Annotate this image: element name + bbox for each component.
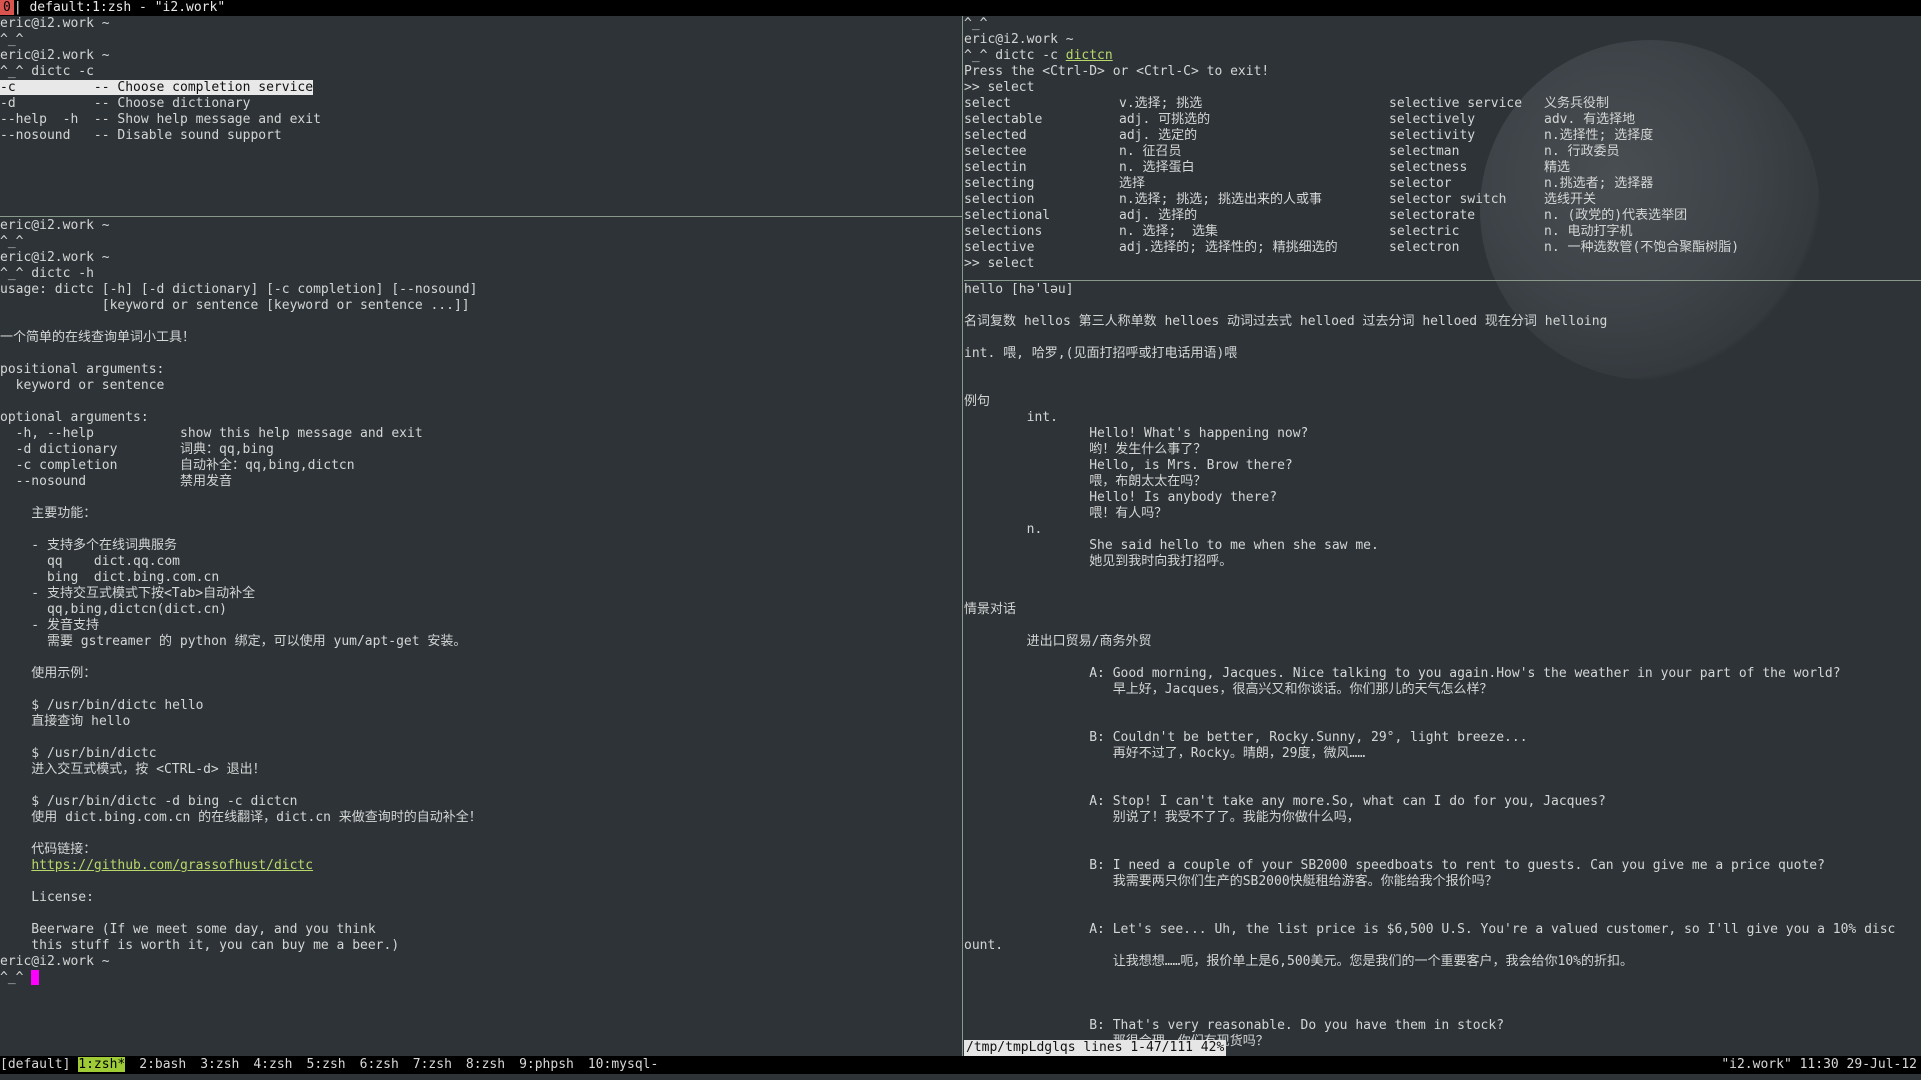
completion-word[interactable]: select [964, 96, 1119, 112]
tmux-window-tab[interactable]: 9:phpsh [519, 1057, 574, 1072]
completion-definition: adj. 选定的 [1119, 128, 1198, 143]
completion-definition: n. 选择; 选集 [1119, 224, 1218, 239]
completion-word[interactable]: selector switch [1389, 192, 1544, 208]
tmux-window-tab[interactable]: 4:zsh [253, 1057, 292, 1072]
completion-definition: n. (政党的)代表选举团 [1544, 208, 1688, 223]
selected-completion-option[interactable]: -c -- Choose completion service [0, 80, 314, 95]
pane-divider[interactable] [0, 216, 962, 217]
completion-word[interactable]: selectable [964, 112, 1119, 128]
window-tabs: 1:zsh* 2:bash 3:zsh 4:zsh 5:zsh 6:zsh 7:zsh 8:z… [78, 1057, 672, 1072]
pane-completion-help[interactable]: eric@i2.work ~ ^_^ eric@i2.work ~ ^_^ di… [0, 16, 962, 214]
completion-definition: n. 征召员 [1119, 144, 1182, 159]
completion-word[interactable]: selectness [1389, 160, 1544, 176]
completion-definition: adj. 可挑选的 [1119, 112, 1211, 127]
terminal-output: eric@i2.work ~ ^_^ eric@i2.work ~ ^_^ di… [0, 16, 321, 143]
completion-definition: v.选择; 挑选 [1119, 96, 1203, 111]
tmux-status-bar: [default] 1:zsh* 2:bash 3:zsh 4:zsh 5:zsh 6:z… [0, 1056, 1921, 1074]
completion-definition: 选择 [1119, 176, 1146, 191]
github-link[interactable]: https://github.com/grassofhust/dictc [31, 858, 313, 873]
completion-word[interactable]: selectional [964, 208, 1119, 224]
terminal-output: eric@i2.work ~ ^_^ eric@i2.work ~ ^_^ di… [0, 218, 482, 985]
completion-word[interactable]: selector [1389, 176, 1544, 192]
completion-word[interactable]: selectorate [1389, 208, 1544, 224]
completion-list: select v.选择; 挑选 selective service 义务兵役制 sele… [964, 96, 1921, 256]
completion-definition: 义务兵役制 [1544, 96, 1610, 111]
completion-word[interactable]: selective [964, 240, 1119, 256]
tmux-window-tab[interactable]: 5:zsh [307, 1057, 346, 1072]
pane-dictc-help[interactable]: eric@i2.work ~ ^_^ eric@i2.work ~ ^_^ di… [0, 218, 962, 1056]
pager-status: /tmp/tmpLdglqs lines 1-47/111 42% [964, 1040, 1227, 1056]
completion-word[interactable]: selectin [964, 160, 1119, 176]
completion-word[interactable]: selective service [1389, 96, 1544, 112]
pane-dictionary-result[interactable]: hello [hə'ləu] 名词复数 hellos 第三人称单数 helloe… [964, 282, 1921, 1056]
input-line[interactable]: >> select [964, 256, 1921, 272]
completion-definition: n.挑选者; 选择器 [1544, 176, 1654, 191]
completion-definition: n.选择性; 选择度 [1544, 128, 1654, 143]
completion-word[interactable]: selections [964, 224, 1119, 240]
completion-definition: adj. 选择的 [1119, 208, 1198, 223]
completion-definition: n. 电动打字机 [1544, 224, 1633, 239]
tmux-window-tab[interactable]: 7:zsh [413, 1057, 452, 1072]
completion-definition: adj.选择的; 选择性的; 精挑细选的 [1119, 240, 1338, 255]
completion-definition: 选线开关 [1544, 192, 1597, 207]
terminal-output: ^_^ eric@i2.work ~ ^_^ dictc -c dictcn P… [964, 16, 1270, 95]
completion-definition: 精选 [1544, 160, 1571, 175]
tmux-title-bar: 0 | default:1:zsh - "i2.work" [0, 0, 1921, 16]
completion-word[interactable]: selectee [964, 144, 1119, 160]
window-index-badge: 0 [0, 0, 14, 15]
tmux-window-tab[interactable]: 6:zsh [360, 1057, 399, 1072]
completion-definition: adv. 有选择地 [1544, 112, 1636, 127]
completion-word[interactable]: selectric [1389, 224, 1544, 240]
terminal-cursor [31, 970, 40, 985]
session-name: [default] [0, 1057, 71, 1072]
completion-word[interactable]: selection [964, 192, 1119, 208]
window-title: | default:1:zsh - "i2.work" [13, 0, 226, 15]
pane-vertical-divider[interactable] [962, 16, 963, 1056]
pane-divider[interactable] [964, 280, 1921, 281]
completion-definition: n. 选择蛋白 [1119, 160, 1195, 175]
command-argument: dictcn [1065, 48, 1113, 63]
tmux-window-tab[interactable]: 3:zsh [200, 1057, 239, 1072]
tmux-window-tab[interactable]: 1:zsh* [78, 1057, 126, 1072]
completion-word[interactable]: selectively [1389, 112, 1544, 128]
tmux-window-tab[interactable]: 8:zsh [466, 1057, 505, 1072]
pane-dictc-completion[interactable]: ^_^ eric@i2.work ~ ^_^ dictc -c dictcn P… [964, 16, 1921, 278]
tmux-window-tab[interactable]: 10:mysql- [588, 1057, 658, 1072]
tmux-window-tab[interactable]: 2:bash [139, 1057, 186, 1072]
dictionary-result-text: hello [hə'ləu] 名词复数 hellos 第三人称单数 helloe… [964, 282, 1896, 1049]
completion-word[interactable]: selectman [1389, 144, 1544, 160]
host-clock: "i2.work" 11:30 29-Jul-12 [1721, 1057, 1917, 1072]
completion-word[interactable]: selecting [964, 176, 1119, 192]
completion-word[interactable]: selected [964, 128, 1119, 144]
completion-word[interactable]: selectron [1389, 240, 1544, 256]
completion-definition: n. 行政委员 [1544, 144, 1620, 159]
completion-definition: n.选择; 挑选; 挑选出来的人或事 [1119, 192, 1322, 207]
completion-word[interactable]: selectivity [1389, 128, 1544, 144]
completion-definition: n. 一种选数管(不饱合聚酯树脂) [1544, 240, 1740, 255]
